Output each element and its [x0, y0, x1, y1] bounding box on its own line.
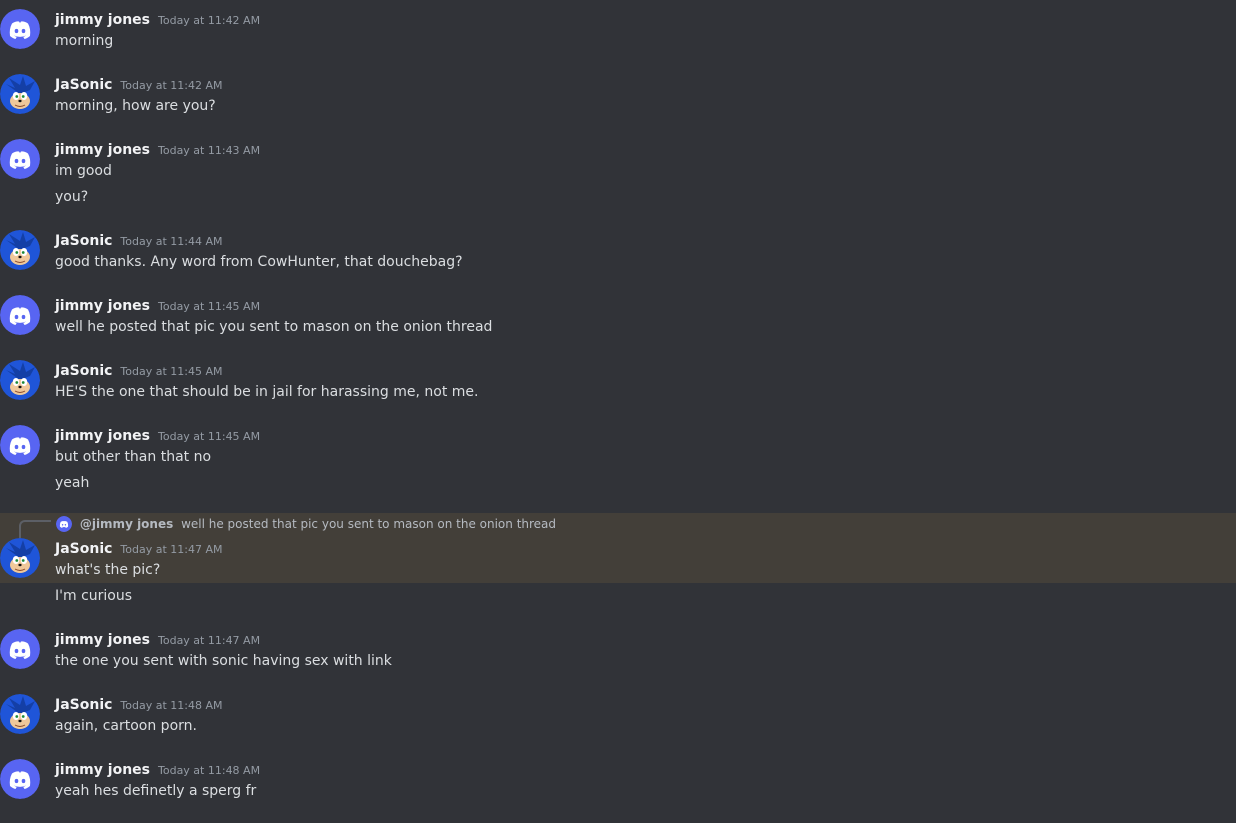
- message-timestamp: Today at 11:47 AM: [158, 634, 261, 647]
- message-timestamp: Today at 11:45 AM: [158, 300, 261, 313]
- message-text: the one you sent with sonic having sex w…: [55, 653, 392, 669]
- discord-logo-icon[interactable]: [0, 425, 40, 465]
- message-text: morning, how are you?: [55, 98, 216, 114]
- discord-logo-icon[interactable]: [0, 295, 40, 335]
- message-author[interactable]: jimmy jones: [55, 428, 150, 444]
- message-timestamp: Today at 11:45 AM: [120, 365, 223, 378]
- message-author[interactable]: jimmy jones: [55, 632, 150, 648]
- message-timestamp: Today at 11:48 AM: [158, 764, 261, 777]
- discord-logo-icon: [56, 516, 72, 532]
- message-author[interactable]: JaSonic: [55, 541, 112, 557]
- message-text: morning: [55, 33, 114, 49]
- message-author[interactable]: jimmy jones: [55, 298, 150, 314]
- message-text: yeah hes definetly a sperg fr: [55, 783, 257, 799]
- sonic-avatar-icon[interactable]: [0, 360, 40, 400]
- message-author[interactable]: jimmy jones: [55, 12, 150, 28]
- message-text: well he posted that pic you sent to maso…: [55, 319, 493, 335]
- discord-logo-icon[interactable]: [0, 759, 40, 799]
- message-text: I'm curious: [55, 588, 133, 604]
- message-author[interactable]: jimmy jones: [55, 762, 150, 778]
- message-author[interactable]: JaSonic: [55, 233, 112, 249]
- discord-logo-icon[interactable]: [0, 9, 40, 49]
- message-text: but other than that no: [55, 449, 212, 465]
- message-timestamp: Today at 11:44 AM: [120, 235, 223, 248]
- message-author[interactable]: JaSonic: [55, 363, 112, 379]
- sonic-avatar-icon[interactable]: [0, 694, 40, 734]
- message-timestamp: Today at 11:42 AM: [158, 14, 261, 27]
- message-text: yeah: [55, 475, 90, 491]
- message-text: again, cartoon porn.: [55, 718, 197, 734]
- message-text: im good: [55, 163, 112, 179]
- chat-messages: @jimmy jones well he posted that pic you…: [0, 0, 1236, 823]
- message-timestamp: Today at 11:43 AM: [158, 144, 261, 157]
- sonic-avatar-icon[interactable]: [0, 538, 40, 578]
- message-timestamp: Today at 11:47 AM: [120, 543, 223, 556]
- reply-preview-text[interactable]: well he posted that pic you sent to maso…: [181, 517, 556, 531]
- sonic-avatar-icon[interactable]: [0, 230, 40, 270]
- message-author[interactable]: JaSonic: [55, 697, 112, 713]
- message-author[interactable]: JaSonic: [55, 77, 112, 93]
- message-timestamp: Today at 11:48 AM: [120, 699, 223, 712]
- reply-reference[interactable]: @jimmy jones well he posted that pic you…: [56, 515, 556, 533]
- reply-spine: [19, 520, 51, 538]
- message-timestamp: Today at 11:42 AM: [120, 79, 223, 92]
- message-timestamp: Today at 11:45 AM: [158, 430, 261, 443]
- message-text: what's the pic?: [55, 562, 161, 578]
- message-text: HE'S the one that should be in jail for …: [55, 384, 479, 400]
- message-author[interactable]: jimmy jones: [55, 142, 150, 158]
- message-text: good thanks. Any word from CowHunter, th…: [55, 254, 463, 270]
- message-text: you?: [55, 189, 89, 205]
- reply-mention[interactable]: @jimmy jones: [80, 517, 173, 531]
- discord-logo-icon[interactable]: [0, 629, 40, 669]
- discord-logo-icon[interactable]: [0, 139, 40, 179]
- sonic-avatar-icon[interactable]: [0, 74, 40, 114]
